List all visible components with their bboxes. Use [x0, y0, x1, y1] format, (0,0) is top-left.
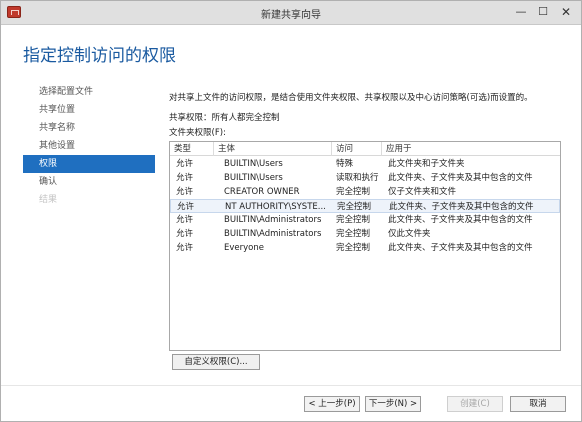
window-title: 新建共享向导 — [261, 10, 321, 21]
cell-applies-to: 此文件夹、子文件夹及其中包含的文件 — [388, 215, 533, 225]
cell-applies-to: 此文件夹、子文件夹及其中包含的文件 — [389, 202, 534, 212]
table-row[interactable]: 允许 BUILTIN\Administrators 完全控制 此文件夹、子文件夹… — [170, 213, 560, 227]
cell-principal: BUILTIN\Users — [224, 173, 283, 183]
cell-type: 允许 — [176, 159, 194, 169]
table-row[interactable]: 允许 BUILTIN\Administrators 完全控制 仅此文件夹 — [170, 227, 560, 241]
cell-principal: BUILTIN\Administrators — [224, 229, 322, 239]
maximize-button[interactable]: ☐ — [532, 3, 554, 21]
cell-principal: BUILTIN\Users — [224, 159, 283, 169]
table-row[interactable]: 允许 Everyone 完全控制 此文件夹、子文件夹及其中包含的文件 — [170, 241, 560, 255]
cell-type: 允许 — [176, 187, 194, 197]
table-row[interactable]: 允许 BUILTIN\Users 特殊 此文件夹和子文件夹 — [170, 157, 560, 171]
cell-principal: Everyone — [224, 243, 264, 253]
folder-permissions-table[interactable]: 类型 主体 访问 应用于 允许 BUILTIN\Users 特殊 此文件夹和子文… — [169, 141, 561, 351]
footer-divider — [1, 385, 581, 386]
previous-button[interactable]: < 上一步(P) — [304, 396, 360, 412]
share-permissions-text: 共享权限：所有人都完全控制 — [169, 113, 280, 123]
nav-item-results: 结果 — [39, 195, 58, 205]
cell-type: 允许 — [176, 215, 194, 225]
cell-access: 完全控制 — [336, 229, 371, 239]
cell-applies-to: 此文件夹和子文件夹 — [388, 159, 465, 169]
cell-principal: CREATOR OWNER — [224, 187, 300, 197]
table-row-selected[interactable]: 允许 NT AUTHORITY\SYSTE... 完全控制 此文件夹、子文件夹及… — [170, 199, 560, 213]
nav-item-select-profile[interactable]: 选择配置文件 — [23, 83, 155, 101]
title-bar: 新建共享向导 — ☐ ✕ — [1, 1, 581, 25]
description-text: 对共享上文件的访问权限，是结合使用文件夹权限、共享权限以及中心访问策略(可选)而… — [169, 93, 533, 103]
cell-access: 完全控制 — [336, 215, 371, 225]
table-row[interactable]: 允许 BUILTIN\Users 读取和执行 此文件夹、子文件夹及其中包含的文件 — [170, 171, 560, 185]
cell-type: 允许 — [176, 243, 194, 253]
cell-access: 读取和执行 — [336, 173, 379, 183]
minimize-button[interactable]: — — [510, 3, 532, 21]
cell-access: 特殊 — [336, 159, 354, 169]
create-button: 创建(C) — [447, 396, 503, 412]
customize-permissions-button[interactable]: 自定义权限(C)... — [172, 354, 260, 370]
cancel-button[interactable]: 取消 — [510, 396, 566, 412]
column-header-type[interactable]: 类型 — [170, 142, 214, 156]
cell-access: 完全控制 — [336, 243, 371, 253]
next-button[interactable]: 下一步(N) > — [365, 396, 421, 412]
folder-permissions-label: 文件夹权限(F): — [169, 128, 226, 138]
cell-applies-to: 仅子文件夹和文件 — [388, 187, 457, 197]
nav-item-permissions[interactable]: 权限 — [23, 155, 155, 173]
column-header-principal[interactable]: 主体 — [214, 142, 332, 156]
cell-principal: NT AUTHORITY\SYSTE... — [225, 202, 326, 212]
close-button[interactable]: ✕ — [554, 3, 578, 21]
cell-applies-to: 此文件夹、子文件夹及其中包含的文件 — [388, 173, 533, 183]
wizard-nav: 选择配置文件 共享位置 共享名称 其他设置 权限 确认 结果 — [23, 83, 155, 209]
cell-type: 允许 — [177, 202, 195, 212]
cell-type: 允许 — [176, 229, 194, 239]
nav-item-other-settings[interactable]: 其他设置 — [23, 137, 155, 155]
nav-item-confirmation[interactable]: 确认 — [23, 173, 155, 191]
nav-item-share-location[interactable]: 共享位置 — [23, 101, 155, 119]
cell-applies-to: 仅此文件夹 — [388, 229, 431, 239]
page-heading: 指定控制访问的权限 — [23, 46, 176, 66]
cell-access: 完全控制 — [336, 187, 371, 197]
nav-item-share-name[interactable]: 共享名称 — [23, 119, 155, 137]
permissions-content: 对共享上文件的访问权限，是结合使用文件夹权限、共享权限以及中心访问策略(可选)而… — [169, 91, 567, 370]
table-row[interactable]: 允许 CREATOR OWNER 完全控制 仅子文件夹和文件 — [170, 185, 560, 199]
cell-type: 允许 — [176, 173, 194, 183]
column-header-applies-to[interactable]: 应用于 — [382, 142, 560, 156]
cell-applies-to: 此文件夹、子文件夹及其中包含的文件 — [388, 243, 533, 253]
cell-access: 完全控制 — [337, 202, 372, 212]
table-header: 类型 主体 访问 应用于 — [170, 142, 560, 156]
wizard-window: 新建共享向导 — ☐ ✕ 指定控制访问的权限 选择配置文件 共享位置 共享名称 … — [0, 0, 582, 422]
cell-principal: BUILTIN\Administrators — [224, 215, 322, 225]
column-header-access[interactable]: 访问 — [332, 142, 382, 156]
